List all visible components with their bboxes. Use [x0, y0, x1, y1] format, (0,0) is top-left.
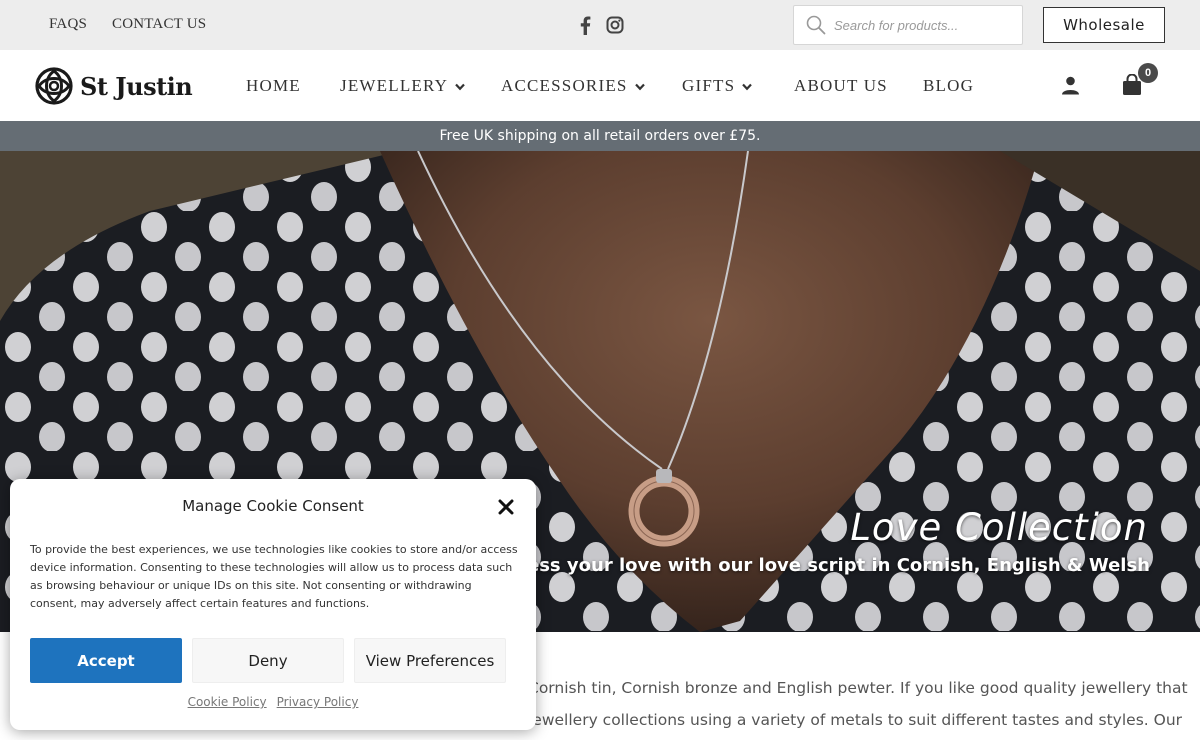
cookie-dialog-title: Manage Cookie Consent	[182, 497, 364, 515]
nav-jewellery-label: JEWELLERY	[340, 76, 449, 95]
cookie-policy-links: Cookie Policy Privacy Policy	[10, 695, 536, 709]
main-header: St Justin HOME JEWELLERY ACCESSORIES GIF…	[0, 50, 1200, 121]
nav-gifts-label: GIFTS	[682, 76, 736, 95]
faqs-link[interactable]: FAQS	[49, 16, 87, 33]
search-icon[interactable]	[806, 15, 826, 40]
cookie-consent-dialog: Manage Cookie Consent To provide the bes…	[10, 479, 536, 730]
facebook-icon[interactable]	[575, 14, 595, 36]
cookie-dialog-text: To provide the best experiences, we use …	[30, 543, 518, 610]
close-icon[interactable]	[496, 497, 516, 517]
celtic-knot-icon	[35, 67, 73, 105]
search-input[interactable]	[834, 15, 1014, 35]
chevron-down-icon	[634, 76, 645, 96]
nav-jewellery[interactable]: JEWELLERY	[340, 76, 465, 96]
nav-gifts[interactable]: GIFTS	[682, 76, 753, 96]
intro-paragraph: Cornish tin, Cornish bronze and English …	[528, 672, 1188, 736]
accept-button[interactable]: Accept	[30, 638, 182, 683]
cart-count-badge: 0	[1138, 63, 1158, 83]
nav-blog[interactable]: BLOG	[923, 76, 974, 96]
shipping-banner: Free UK shipping on all retail orders ov…	[0, 121, 1200, 151]
intro-line-2: jewellery collections using a variety of…	[528, 711, 1183, 729]
nav-about-us[interactable]: ABOUT US	[794, 76, 888, 96]
hero-title: Love Collection	[850, 506, 1148, 549]
nav-blog-label: BLOG	[923, 76, 975, 95]
site-logo[interactable]: St Justin	[34, 66, 193, 106]
privacy-policy-link[interactable]: Privacy Policy	[277, 695, 359, 709]
chevron-down-icon	[455, 76, 465, 96]
intro-line-1: Cornish tin, Cornish bronze and English …	[528, 679, 1188, 697]
hero-subtitle: Express your love with our love script i…	[481, 555, 1150, 576]
nav-accessories-label: ACCESSORIES	[501, 76, 628, 95]
nav-home[interactable]: HOME	[246, 76, 301, 96]
nav-about-us-label: ABOUT US	[794, 76, 888, 95]
top-utility-bar: FAQS CONTACT US Wholesale	[0, 0, 1200, 50]
cookie-policy-link[interactable]: Cookie Policy	[188, 695, 267, 709]
wholesale-button[interactable]: Wholesale	[1043, 7, 1165, 43]
deny-button[interactable]: Deny	[192, 638, 344, 683]
instagram-icon[interactable]	[605, 14, 625, 36]
logo-wordmark: St Justin	[80, 71, 193, 101]
account-icon[interactable]	[1061, 76, 1080, 100]
nav-accessories[interactable]: ACCESSORIES	[501, 76, 645, 96]
view-preferences-button[interactable]: View Preferences	[354, 638, 506, 683]
chevron-down-icon	[742, 76, 753, 96]
nav-home-label: HOME	[246, 76, 301, 95]
contact-us-link[interactable]: CONTACT US	[112, 16, 206, 33]
product-search	[793, 5, 1023, 45]
